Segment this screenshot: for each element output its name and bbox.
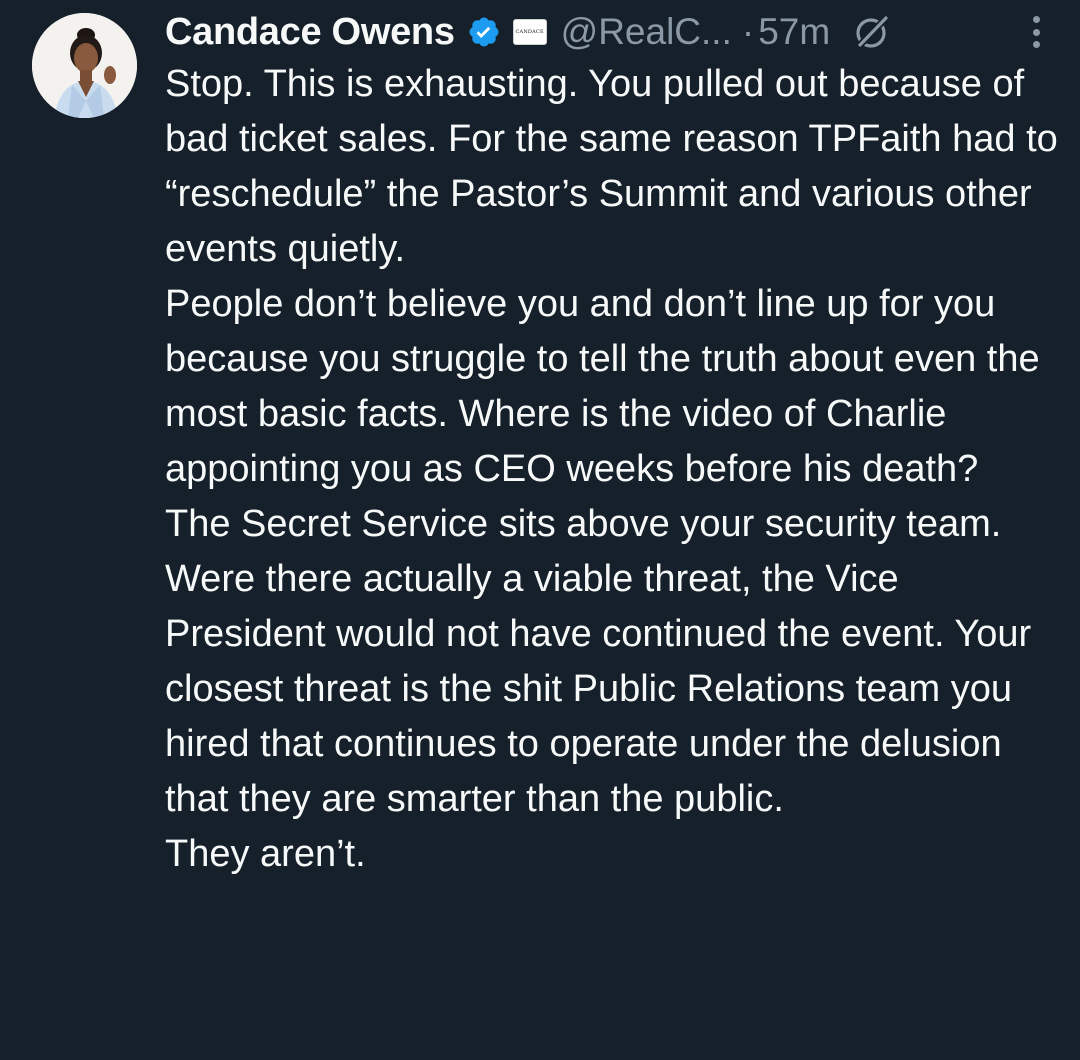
- avatar-image: [32, 13, 137, 118]
- more-dot: [1032, 28, 1040, 36]
- profile-avatar[interactable]: [32, 13, 137, 118]
- grok-icon[interactable]: [852, 12, 892, 52]
- timestamp[interactable]: 57m: [758, 11, 830, 53]
- tweet-paragraph: The Secret Service sits above your secur…: [165, 503, 1032, 820]
- tweet-paragraph: They aren’t.: [165, 833, 366, 875]
- user-handle[interactable]: @RealC...: [561, 11, 732, 53]
- tweet: Candace Owens CANDACE @RealC... · 57m St…: [0, 0, 1080, 1060]
- affiliate-badge[interactable]: CANDACE: [512, 19, 547, 45]
- more-dot: [1032, 16, 1040, 23]
- tweet-paragraph: Stop. This is exhausting. You pulled out…: [165, 63, 1058, 270]
- separator-dot: ·: [741, 11, 755, 52]
- tweet-header: Candace Owens CANDACE @RealC... · 57m: [165, 6, 1050, 58]
- more-options-icon[interactable]: [1028, 10, 1044, 54]
- tweet-paragraph: People don’t believe you and don’t line …: [165, 283, 1040, 490]
- display-name[interactable]: Candace Owens: [165, 11, 455, 54]
- verified-badge-icon: [467, 15, 501, 49]
- tweet-text: Stop. This is exhausting. You pulled out…: [165, 57, 1065, 882]
- more-dot: [1032, 41, 1040, 48]
